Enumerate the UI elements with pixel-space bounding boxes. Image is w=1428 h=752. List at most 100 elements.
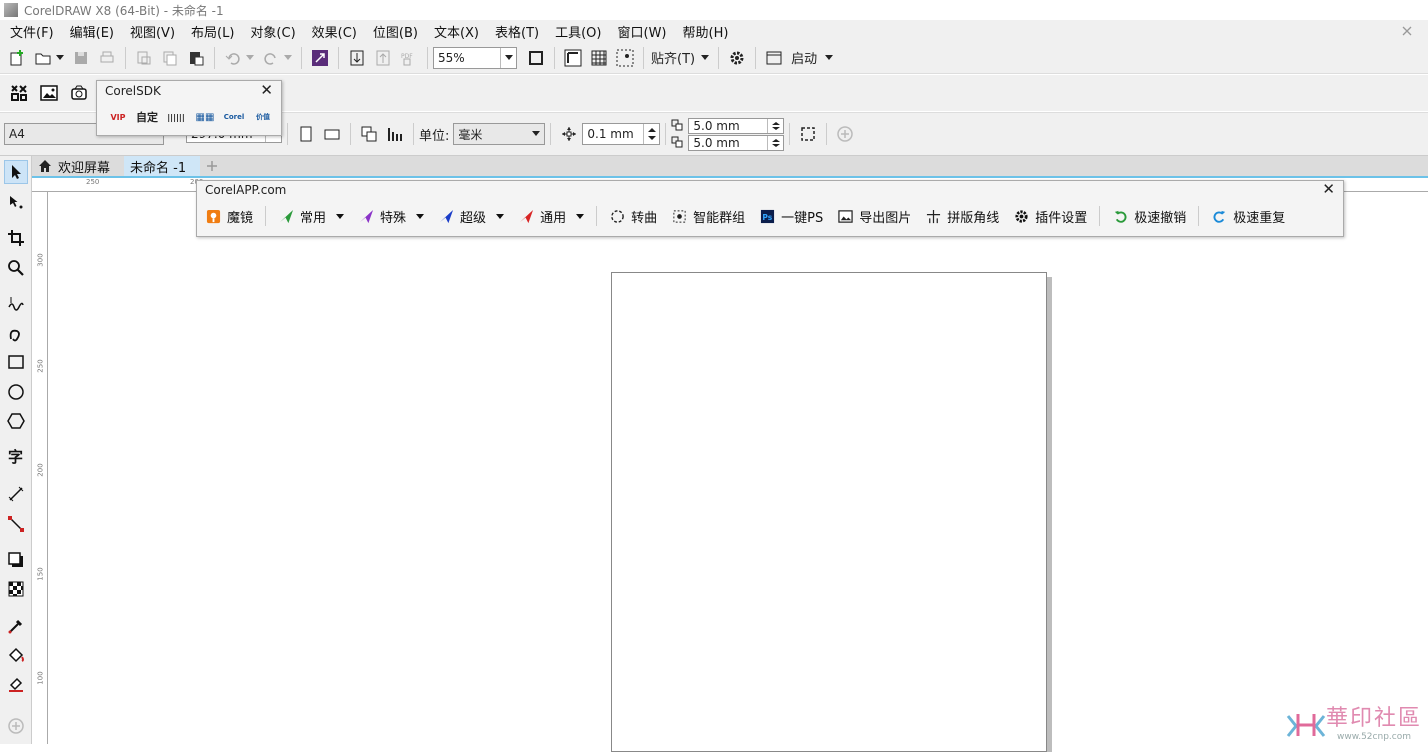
search-content-icon[interactable] [309, 47, 331, 69]
qr-plugin-icon[interactable] [6, 80, 32, 106]
ellipse-tool-icon[interactable] [4, 380, 28, 404]
convert-curves-button[interactable]: 转曲 [609, 207, 657, 226]
redo-icon[interactable] [260, 47, 282, 69]
page-frame-icon[interactable] [797, 123, 819, 145]
menu-view[interactable]: 视图(V) [124, 22, 185, 41]
export-image-button[interactable]: 导出图片 [837, 207, 911, 226]
dimension-tool-icon[interactable] [4, 482, 28, 506]
text-tool-icon[interactable]: 字 [4, 444, 28, 468]
shape-tool-icon[interactable] [4, 190, 28, 214]
smart-group-button[interactable]: 智能群组 [671, 207, 745, 226]
menu-file[interactable]: 文件(F) [4, 22, 64, 41]
chevron-down-icon[interactable] [246, 55, 254, 61]
freehand-tool-icon[interactable] [4, 292, 28, 316]
super-menu-button[interactable]: 超级 [438, 207, 504, 226]
unit-combo[interactable]: 毫米 [453, 123, 545, 145]
pick-tool-icon[interactable] [4, 160, 28, 184]
interactive-fill-icon[interactable] [4, 644, 28, 668]
copy-icon[interactable] [159, 47, 181, 69]
price-icon[interactable]: 价值 [252, 107, 274, 127]
chevron-down-icon[interactable] [500, 48, 516, 68]
portrait-icon[interactable] [295, 123, 317, 145]
spinner-icon[interactable] [643, 124, 659, 144]
chevron-down-icon[interactable] [701, 55, 709, 61]
artistic-media-icon[interactable] [4, 322, 28, 346]
barcode-icon[interactable]: |||||| [165, 107, 187, 127]
vertical-ruler[interactable]: 300 250 200 150 100 [32, 192, 48, 744]
cut-icon[interactable] [133, 47, 155, 69]
tab-welcome-screen[interactable]: 欢迎屏幕 [32, 156, 124, 176]
gear-icon[interactable] [726, 47, 748, 69]
launch-label[interactable]: 启动 [791, 48, 817, 67]
show-rulers-icon[interactable] [562, 47, 584, 69]
menu-layout[interactable]: 布局(L) [185, 22, 244, 41]
export-icon[interactable] [372, 47, 394, 69]
magic-mirror-button[interactable]: 魔镜 [205, 207, 253, 226]
add-icon[interactable] [834, 123, 856, 145]
close-icon[interactable]: ✕ [260, 81, 273, 99]
show-grid-icon[interactable] [588, 47, 610, 69]
save-icon[interactable] [70, 47, 92, 69]
menu-window[interactable]: 窗口(W) [612, 22, 677, 41]
general-menu-button[interactable]: 通用 [518, 207, 584, 226]
drop-shadow-tool-icon[interactable] [4, 548, 28, 572]
rectangle-tool-icon[interactable] [4, 350, 28, 374]
menu-effects[interactable]: 效果(C) [306, 22, 367, 41]
menu-help[interactable]: 帮助(H) [677, 22, 739, 41]
connector-tool-icon[interactable] [4, 512, 28, 536]
publish-pdf-icon[interactable]: PDF [398, 47, 420, 69]
quick-redo-button[interactable]: 极速重复 [1211, 207, 1285, 226]
snap-to-label[interactable]: 贴齐(T) [651, 48, 695, 67]
document-page[interactable] [611, 272, 1047, 752]
print-icon[interactable] [96, 47, 118, 69]
menu-tools[interactable]: 工具(O) [549, 22, 611, 41]
zoom-level-combo[interactable]: 55% [433, 47, 517, 69]
duplicate-y-field[interactable]: 5.0 mm [688, 135, 784, 151]
all-pages-icon[interactable] [358, 123, 380, 145]
quick-undo-button[interactable]: 极速撤销 [1112, 207, 1186, 226]
nudge-distance-field[interactable]: 0.1 mm [582, 123, 660, 145]
menu-object[interactable]: 对象(C) [244, 22, 305, 41]
new-tab-button[interactable] [200, 156, 224, 176]
add-tool-icon[interactable] [4, 714, 28, 738]
menu-table[interactable]: 表格(T) [489, 22, 549, 41]
plugin-settings-button[interactable]: 插件设置 [1013, 207, 1087, 226]
close-icon[interactable]: ✕ [1322, 180, 1335, 198]
common-menu-button[interactable]: 常用 [278, 207, 344, 226]
chevron-down-icon[interactable] [528, 124, 544, 144]
application-launcher-icon[interactable] [763, 47, 785, 69]
duplicate-x-field[interactable]: 5.0 mm [688, 118, 784, 134]
image-plugin-icon[interactable] [36, 80, 62, 106]
paste-icon[interactable] [185, 47, 207, 69]
qrcode-icon[interactable]: ▦▦ [194, 107, 216, 127]
show-guidelines-icon[interactable] [614, 47, 636, 69]
close-document-icon[interactable] [1400, 24, 1414, 38]
smart-fill-icon[interactable] [4, 672, 28, 696]
one-click-ps-button[interactable]: Ps 一键PS [759, 207, 823, 226]
open-folder-icon[interactable] [32, 47, 54, 69]
spinner-icon[interactable] [767, 119, 783, 133]
crop-tool-icon[interactable] [4, 226, 28, 250]
import-icon[interactable] [346, 47, 368, 69]
current-page-icon[interactable] [384, 123, 406, 145]
polygon-tool-icon[interactable] [4, 409, 28, 433]
vip-icon[interactable]: VIP [107, 107, 129, 127]
chevron-down-icon[interactable] [825, 55, 833, 61]
full-screen-icon[interactable] [525, 47, 547, 69]
chevron-down-icon[interactable] [56, 55, 64, 61]
menu-edit[interactable]: 编辑(E) [64, 22, 124, 41]
landscape-icon[interactable] [321, 123, 343, 145]
new-document-icon[interactable] [6, 47, 28, 69]
crop-marks-button[interactable]: 拼版角线 [925, 207, 999, 226]
eyedropper-tool-icon[interactable] [4, 614, 28, 638]
corel-icon[interactable]: Corel [223, 107, 245, 127]
camera-plugin-icon[interactable] [66, 80, 92, 106]
custom-icon[interactable]: 自定 [136, 107, 158, 127]
zoom-tool-icon[interactable] [4, 256, 28, 280]
tab-untitled-1[interactable]: 未命名 -1 [124, 156, 200, 176]
spinner-icon[interactable] [767, 136, 783, 150]
chevron-down-icon[interactable] [284, 55, 292, 61]
menu-text[interactable]: 文本(X) [428, 22, 489, 41]
transparency-tool-icon[interactable] [4, 577, 28, 601]
menu-bitmaps[interactable]: 位图(B) [367, 22, 428, 41]
